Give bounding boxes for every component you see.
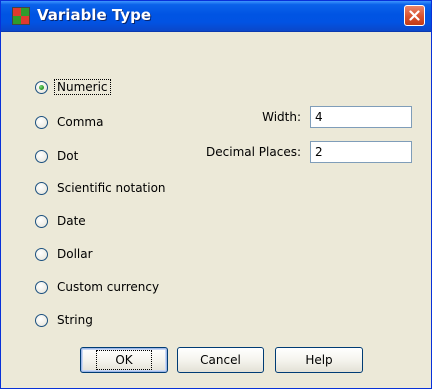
radio-option-comma[interactable]: Comma: [35, 113, 105, 131]
radio-label: String: [57, 313, 93, 327]
radio-option-scientific-notation[interactable]: Scientific notation: [35, 179, 168, 197]
radio-button-selected[interactable]: [35, 80, 48, 94]
radio-option-dollar[interactable]: Dollar: [35, 245, 95, 263]
width-field[interactable]: 4: [310, 106, 412, 128]
radio-option-numeric[interactable]: Numeric: [35, 78, 111, 96]
radio-button[interactable]: [35, 247, 48, 261]
radio-label: Dollar: [57, 247, 93, 261]
variable-type-dialog: Variable Type Numeric Comma Dot Scientif…: [0, 0, 432, 389]
ok-button[interactable]: OK: [80, 347, 168, 373]
radio-button[interactable]: [35, 181, 48, 195]
decimal-places-label: Decimal Places:: [206, 145, 301, 159]
help-button[interactable]: Help: [275, 347, 363, 373]
close-button[interactable]: [404, 5, 425, 26]
title-bar[interactable]: Variable Type: [1, 1, 431, 32]
radio-option-date[interactable]: Date: [35, 212, 88, 230]
radio-option-string[interactable]: String: [35, 311, 95, 329]
radio-label: Custom currency: [57, 280, 160, 294]
radio-label: Dot: [57, 149, 79, 163]
radio-label: Scientific notation: [57, 181, 166, 195]
radio-button[interactable]: [35, 280, 48, 294]
width-label: Width:: [262, 110, 301, 124]
radio-button[interactable]: [35, 313, 48, 327]
ok-button-label: OK: [96, 350, 152, 370]
radio-option-custom-currency[interactable]: Custom currency: [35, 278, 161, 296]
radio-label: Date: [57, 214, 86, 228]
spss-app-icon: [12, 7, 30, 25]
cancel-button[interactable]: Cancel: [177, 347, 264, 373]
radio-option-dot[interactable]: Dot: [35, 147, 80, 165]
dialog-title: Variable Type: [37, 6, 151, 24]
radio-label: Numeric: [54, 79, 111, 95]
radio-button[interactable]: [35, 214, 48, 228]
decimal-places-field[interactable]: 2: [310, 141, 412, 163]
radio-label: Comma: [57, 115, 104, 129]
radio-button[interactable]: [35, 149, 48, 163]
close-icon: [409, 10, 420, 21]
radio-button[interactable]: [35, 115, 48, 129]
